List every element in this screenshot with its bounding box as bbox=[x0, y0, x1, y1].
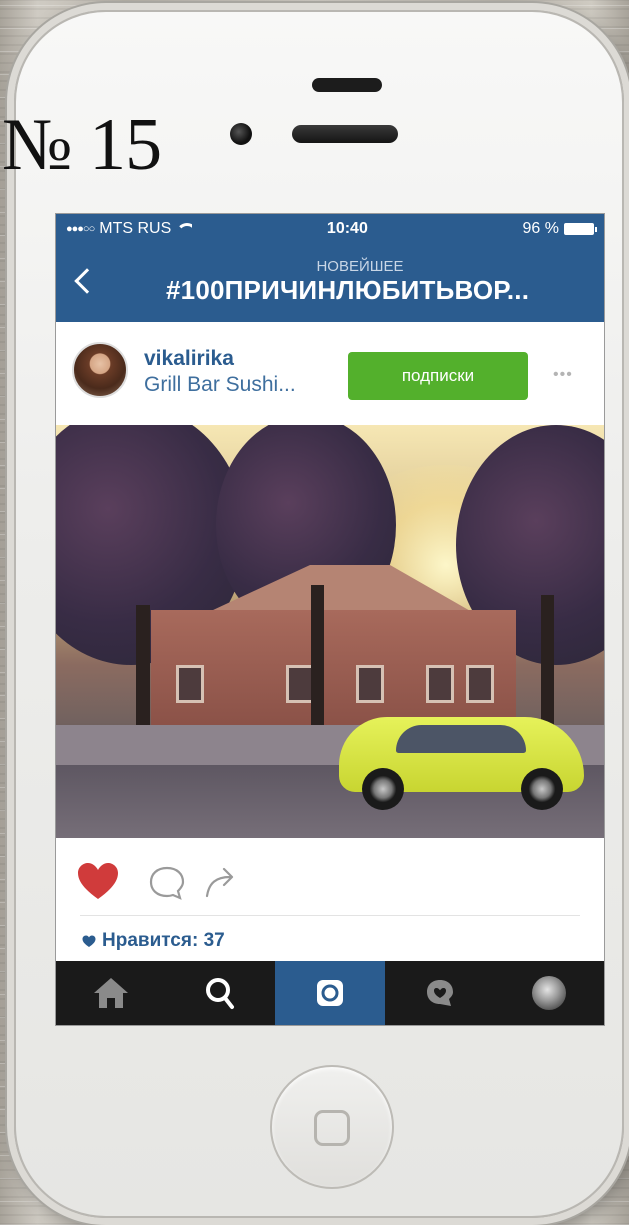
search-icon bbox=[206, 978, 235, 1009]
wifi-icon bbox=[176, 223, 193, 235]
post-actions bbox=[56, 838, 604, 915]
home-square-icon bbox=[314, 1110, 350, 1146]
likes-text: Нравится: 37 bbox=[102, 930, 225, 951]
photo-house-window bbox=[356, 665, 384, 703]
photo-car-wheel bbox=[362, 768, 404, 810]
post-header: vikalirika Grill Bar Sushi... подписки •… bbox=[56, 322, 604, 425]
status-time: 10:40 bbox=[326, 220, 368, 237]
photo-house-window bbox=[426, 665, 454, 703]
photo-house-window bbox=[176, 665, 204, 703]
tab-home[interactable] bbox=[56, 961, 166, 1025]
top-speaker bbox=[312, 78, 382, 92]
tab-camera[interactable] bbox=[275, 961, 385, 1025]
status-right: 96 % bbox=[522, 220, 597, 238]
front-camera bbox=[230, 123, 252, 145]
nav-subtitle: НОВЕЙШЕЕ bbox=[316, 258, 404, 275]
home-icon bbox=[93, 978, 128, 1008]
like-heart-icon[interactable] bbox=[76, 861, 120, 901]
small-heart-icon bbox=[82, 935, 96, 947]
photo-car-wheel bbox=[521, 768, 563, 810]
more-options-icon[interactable]: ••• bbox=[553, 366, 573, 384]
photo-car-window bbox=[396, 725, 526, 753]
tab-search[interactable] bbox=[166, 961, 276, 1025]
location-link[interactable]: Grill Bar Sushi... bbox=[144, 373, 296, 397]
activity-icon bbox=[426, 980, 453, 1006]
tab-bar bbox=[56, 961, 604, 1025]
nav-bar: НОВЕЙШЕЕ #100ПРИЧИНЛЮБИТЬВОР... bbox=[56, 244, 604, 322]
earpiece bbox=[292, 125, 398, 143]
likes-count[interactable]: Нравится: 37 bbox=[56, 916, 604, 966]
battery-icon bbox=[564, 223, 597, 235]
share-icon[interactable] bbox=[204, 865, 240, 899]
signal-icon: ●●●○○ bbox=[66, 223, 95, 235]
post-photo[interactable] bbox=[56, 425, 604, 838]
battery-percent: 96 % bbox=[522, 220, 559, 237]
home-button[interactable] bbox=[270, 1065, 394, 1189]
comment-icon[interactable] bbox=[148, 865, 186, 901]
photo-house-window bbox=[286, 665, 314, 703]
carrier-label: MTS RUS bbox=[99, 220, 172, 237]
status-bar: ●●●○○ MTS RUS 10:40 96 % bbox=[56, 214, 604, 244]
photo-house-window bbox=[466, 665, 494, 703]
username-link[interactable]: vikalirika bbox=[144, 347, 234, 371]
follow-button[interactable]: подписки bbox=[348, 352, 528, 400]
profile-avatar-icon bbox=[532, 976, 567, 1010]
phone-screen: ●●●○○ MTS RUS 10:40 96 % НОВЕЙШЕЕ #100ПР… bbox=[55, 213, 605, 1026]
issue-number: № 15 bbox=[2, 104, 162, 186]
hashtag-title: #100ПРИЧИНЛЮБИТЬВОР... bbox=[166, 275, 530, 305]
photo-house bbox=[151, 610, 516, 730]
camera-icon bbox=[316, 980, 343, 1006]
status-left: ●●●○○ MTS RUS bbox=[66, 220, 193, 238]
tab-activity[interactable] bbox=[385, 961, 495, 1025]
avatar[interactable] bbox=[72, 342, 128, 398]
tab-profile[interactable] bbox=[494, 961, 604, 1025]
